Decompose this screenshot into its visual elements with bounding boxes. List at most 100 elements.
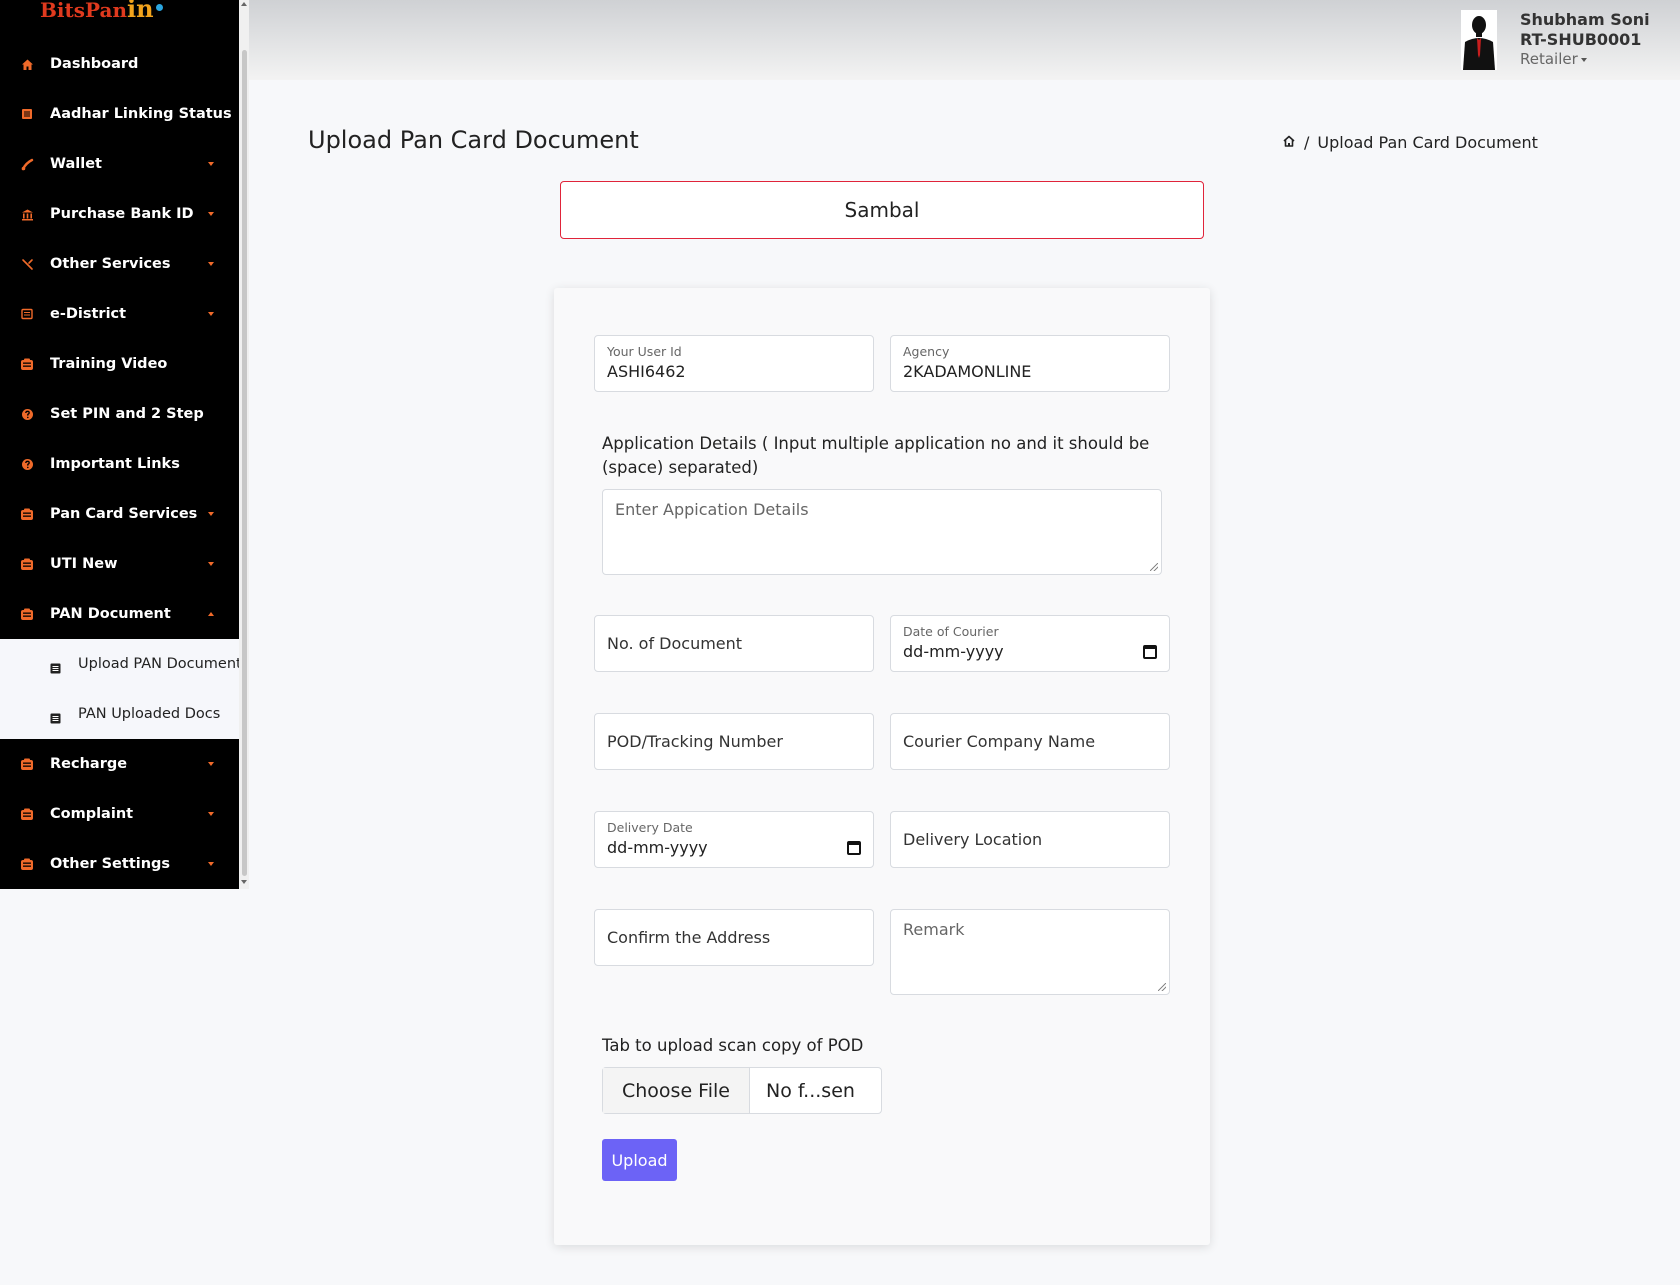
scroll-thumb[interactable] — [242, 50, 247, 876]
sambal-banner: Sambal — [560, 181, 1204, 239]
pod-file-input[interactable]: Choose File No f...sen — [602, 1067, 882, 1114]
sidebar-menu: Dashboard Aadhar Linking Status Wallet Purc… — [0, 39, 242, 889]
sidebar-item-label: Recharge — [50, 756, 128, 772]
sidebar-item-label: Set PIN and 2 Step — [50, 406, 204, 422]
upload-pod-label: Tab to upload scan copy of POD — [602, 1036, 864, 1055]
home-icon[interactable] — [1282, 133, 1296, 152]
sidebar-item-label: PAN Document — [50, 606, 171, 622]
sidebar-item-pan-document[interactable]: PAN Document — [0, 589, 239, 639]
sidebar-item-dashboard[interactable]: Dashboard — [0, 39, 239, 89]
bank-icon — [20, 207, 34, 221]
courier-company-field[interactable]: Courier Company Name — [890, 713, 1170, 770]
sidebar-item-pan-card-services[interactable]: Pan Card Services — [0, 489, 239, 539]
chevron-down-icon — [208, 562, 214, 566]
user-silhouette-icon — [1461, 10, 1497, 70]
chevron-up-icon — [208, 612, 214, 616]
doc-icon — [20, 307, 34, 321]
breadcrumb-current: Upload Pan Card Document — [1317, 133, 1538, 152]
calendar-icon[interactable] — [1143, 645, 1157, 659]
pod-tracking-field[interactable]: POD/Tracking Number — [594, 713, 874, 770]
sidebar-item-training-video[interactable]: Training Video — [0, 339, 239, 389]
sidebar-item-label: Training Video — [50, 356, 168, 372]
logo-dot-icon — [155, 4, 163, 11]
resize-handle-icon[interactable] — [1158, 983, 1166, 991]
scroll-up-arrow-icon[interactable] — [241, 2, 247, 6]
scroll-down-arrow-icon[interactable] — [241, 880, 247, 884]
sidebar-item-label: Wallet — [50, 156, 102, 172]
sidebar-item-label: Pan Card Services — [50, 506, 198, 522]
sidebar-item-label: Other Services — [50, 256, 171, 272]
upload-button[interactable]: Upload — [602, 1139, 677, 1181]
page-title: Upload Pan Card Document — [308, 126, 639, 154]
sidebar-item-important-links[interactable]: Important Links — [0, 439, 239, 489]
sidebar-item-label: e-District — [50, 306, 127, 322]
chevron-down-icon — [208, 312, 214, 316]
chevron-down-icon — [208, 812, 214, 816]
chevron-down-icon — [208, 762, 214, 766]
sidebar-item-other-settings[interactable]: Other Settings — [0, 839, 239, 889]
sidebar-item-label: Complaint — [50, 806, 134, 822]
breadcrumb-separator: / — [1304, 133, 1310, 152]
sidebar-item-label: Aadhar Linking Status — [50, 106, 232, 122]
upload-form-card: Your User Id ASHI6462 Agency 2KADAMONLIN… — [554, 288, 1210, 1245]
sidebar-item-uti-new[interactable]: UTI New — [0, 539, 239, 589]
user-id: RT-SHUB0001 — [1520, 30, 1642, 49]
choose-file-button[interactable]: Choose File — [603, 1068, 750, 1113]
sidebar-item-recharge[interactable]: Recharge — [0, 739, 239, 789]
sidebar: BitsPanin Dashboard Aadhar Linking Status… — [0, 0, 242, 889]
avatar[interactable] — [1461, 10, 1497, 70]
sidebar-scrollbar[interactable] — [239, 0, 249, 889]
sidebar-item-label: Other Settings — [50, 856, 171, 872]
agency-field[interactable]: Agency 2KADAMONLINE — [890, 335, 1170, 392]
user-id-field[interactable]: Your User Id ASHI6462 — [594, 335, 874, 392]
sidebar-item-aadhar-linking-status[interactable]: Aadhar Linking Status — [0, 89, 239, 139]
sidebar-item-label: Dashboard — [50, 56, 139, 72]
user-name: Shubham Soni — [1520, 10, 1650, 29]
box-icon — [20, 507, 34, 521]
application-details-label: Application Details ( Input multiple app… — [602, 434, 1150, 477]
sidebar-item-set-pin-and-2-step[interactable]: Set PIN and 2 Step — [0, 389, 239, 439]
question-icon — [20, 407, 34, 421]
tools-icon — [20, 257, 34, 271]
wallet-icon — [20, 157, 34, 171]
sidebar-item-wallet[interactable]: Wallet — [0, 139, 239, 189]
application-details-textarea[interactable]: Enter Appication Details — [602, 489, 1162, 575]
box-icon — [20, 357, 34, 371]
box-icon — [20, 557, 34, 571]
chevron-down-icon — [1580, 57, 1587, 62]
pan-document-submenu: Upload PAN Document PAN Uploaded Docs — [0, 639, 242, 739]
brand-logo[interactable]: BitsPanin — [40, 0, 163, 22]
user-role-dropdown[interactable]: Retailer — [1520, 50, 1587, 68]
submenu-item-label: PAN Uploaded Docs — [78, 706, 221, 722]
sidebar-item-label: UTI New — [50, 556, 118, 572]
box-icon — [20, 757, 34, 771]
resize-handle-icon[interactable] — [1150, 563, 1158, 571]
box-icon — [20, 857, 34, 871]
sidebar-item-e-district[interactable]: e-District — [0, 289, 239, 339]
chevron-down-icon — [208, 262, 214, 266]
sidebar-item-label: Purchase Bank ID — [50, 206, 194, 222]
no-of-document-field[interactable]: No. of Document — [594, 615, 874, 672]
delivery-location-field[interactable]: Delivery Location — [890, 811, 1170, 868]
chevron-down-icon — [208, 862, 214, 866]
chevron-down-icon — [208, 162, 214, 166]
box-icon — [20, 607, 34, 621]
delivery-date-field[interactable]: Delivery Date dd-mm-yyyy — [594, 811, 874, 868]
chevron-down-icon — [208, 212, 214, 216]
remark-textarea[interactable]: Remark — [890, 909, 1170, 995]
sidebar-item-purchase-bank-id[interactable]: Purchase Bank ID — [0, 189, 239, 239]
confirm-address-field[interactable]: Confirm the Address — [594, 909, 874, 966]
submenu-item-pan-uploaded-docs[interactable]: PAN Uploaded Docs — [0, 689, 239, 739]
home-icon — [20, 57, 34, 71]
file-icon — [50, 709, 61, 723]
question-icon — [20, 457, 34, 471]
sidebar-item-complaint[interactable]: Complaint — [0, 789, 239, 839]
sidebar-item-other-services[interactable]: Other Services — [0, 239, 239, 289]
submenu-item-upload-pan-document[interactable]: Upload PAN Document — [0, 639, 242, 689]
calendar-icon[interactable] — [847, 841, 861, 855]
file-icon — [50, 659, 61, 673]
sidebar-item-label: Important Links — [50, 456, 180, 472]
date-of-courier-field[interactable]: Date of Courier dd-mm-yyyy — [890, 615, 1170, 672]
breadcrumb: / Upload Pan Card Document — [1282, 133, 1538, 152]
box-icon — [20, 807, 34, 821]
